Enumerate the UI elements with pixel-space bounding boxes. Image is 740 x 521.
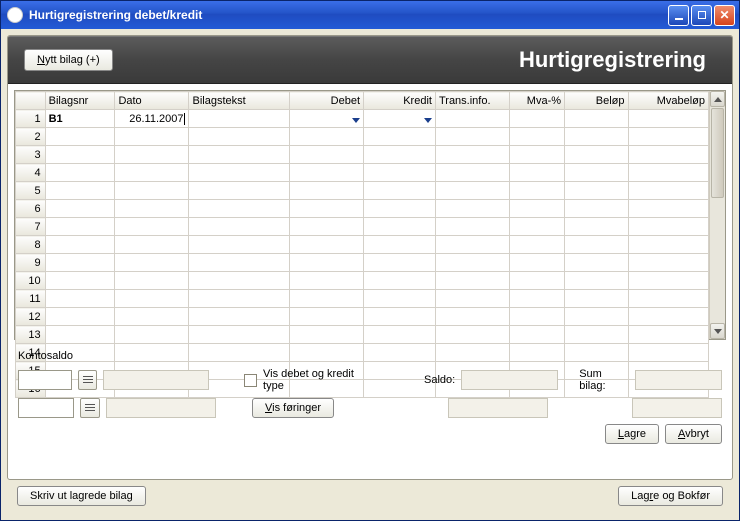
col-bilagsnr[interactable]: Bilagsnr <box>45 92 115 110</box>
table-row[interactable]: 9 <box>16 254 709 272</box>
row-number: 3 <box>16 146 46 164</box>
account2-input[interactable] <box>18 398 74 418</box>
table-row[interactable]: 2 <box>16 128 709 146</box>
app-icon <box>7 7 23 23</box>
app-window: Hurtigregistrering debet/kredit ✕ Nytt b… <box>0 0 740 521</box>
sumbilag-label: Sum bilag: <box>579 368 629 392</box>
account1-name <box>103 370 209 390</box>
col-bilagstekst[interactable]: Bilagstekst <box>189 92 290 110</box>
row-number: 12 <box>16 308 46 326</box>
cell-dato[interactable]: 26.11.2007 <box>115 110 189 128</box>
col-trans[interactable]: Trans.info. <box>435 92 509 110</box>
table-row[interactable]: 12 <box>16 308 709 326</box>
vis-type-checkbox[interactable] <box>244 374 257 387</box>
sumbilag-value <box>635 370 722 390</box>
table-row[interactable]: 5 <box>16 182 709 200</box>
chevron-down-icon <box>352 118 360 123</box>
new-voucher-button[interactable]: Nytt bilag (+) <box>24 49 113 71</box>
table-row[interactable]: 1 B1 26.11.2007 <box>16 110 709 128</box>
row-number: 11 <box>16 290 46 308</box>
col-dato[interactable]: Dato <box>115 92 189 110</box>
list-icon <box>83 376 93 384</box>
row-number: 1 <box>16 110 46 128</box>
extra2-value <box>632 398 722 418</box>
cell-mvabelop[interactable] <box>628 110 709 128</box>
row-number: 10 <box>16 272 46 290</box>
col-kredit[interactable]: Kredit <box>364 92 436 110</box>
col-debet[interactable]: Debet <box>289 92 363 110</box>
cell-debet[interactable] <box>289 110 363 128</box>
account2-name <box>106 398 216 418</box>
row-number: 9 <box>16 254 46 272</box>
cell-trans[interactable] <box>435 110 509 128</box>
scroll-track[interactable] <box>710 199 725 323</box>
scroll-down-button[interactable] <box>710 323 725 339</box>
content-area: Nytt bilag (+) Hurtigregistrering Bilags… <box>1 29 739 520</box>
close-button[interactable]: ✕ <box>714 5 735 26</box>
col-belop[interactable]: Beløp <box>565 92 628 110</box>
avbryt-button[interactable]: Avbryt <box>665 424 722 444</box>
maximize-button[interactable] <box>691 5 712 26</box>
cell-belop[interactable] <box>565 110 628 128</box>
scroll-up-button[interactable] <box>710 91 725 107</box>
window-buttons: ✕ <box>668 5 735 26</box>
vis-type-label: Vis debet og kredit type <box>263 368 374 392</box>
scroll-thumb[interactable] <box>711 108 724 198</box>
row-number: 5 <box>16 182 46 200</box>
grid-wrap: Bilagsnr Dato Bilagstekst Debet Kredit T… <box>8 84 732 342</box>
account2-lookup-button[interactable] <box>80 398 100 418</box>
row-number: 2 <box>16 128 46 146</box>
row-number: 6 <box>16 200 46 218</box>
cell-bilagstekst[interactable] <box>189 110 290 128</box>
main-frame: Nytt bilag (+) Hurtigregistrering Bilags… <box>7 35 733 480</box>
page-heading: Hurtigregistrering <box>113 47 716 73</box>
bottom-bar: Skriv ut lagrede bilag Lagre og Bokfør <box>7 480 733 514</box>
cell-kredit[interactable] <box>364 110 436 128</box>
table-row[interactable]: 10 <box>16 272 709 290</box>
lagre-og-bokfor-button[interactable]: Lagre og Bokfør <box>618 486 723 506</box>
table-row[interactable]: 13 <box>16 326 709 344</box>
vis-foringer-button[interactable]: Vis føringer <box>252 398 334 418</box>
account1-input[interactable] <box>18 370 72 390</box>
lagre-button[interactable]: Lagre <box>605 424 659 444</box>
extra1-value <box>448 398 548 418</box>
row-number: 4 <box>16 164 46 182</box>
grid-corner <box>16 92 46 110</box>
col-mva[interactable]: Mva-% <box>510 92 565 110</box>
lower-panel: Kontosaldo Vis debet og kredit type Sald… <box>8 342 732 454</box>
table-row[interactable]: 6 <box>16 200 709 218</box>
window-title: Hurtigregistrering debet/kredit <box>29 8 668 22</box>
kontosaldo-label: Kontosaldo <box>18 350 722 362</box>
titlebar: Hurtigregistrering debet/kredit ✕ <box>1 1 739 29</box>
cell-bilagsnr[interactable]: B1 <box>45 110 115 128</box>
grid-scrollbar[interactable] <box>709 91 725 339</box>
row-number: 8 <box>16 236 46 254</box>
table-row[interactable]: 4 <box>16 164 709 182</box>
col-mvabelop[interactable]: Mvabeløp <box>628 92 709 110</box>
account1-lookup-button[interactable] <box>78 370 97 390</box>
table-row[interactable]: 11 <box>16 290 709 308</box>
skriv-ut-button[interactable]: Skriv ut lagrede bilag <box>17 486 146 506</box>
saldo-label: Saldo: <box>424 374 455 386</box>
chevron-down-icon <box>424 118 432 123</box>
grid-container: Bilagsnr Dato Bilagstekst Debet Kredit T… <box>14 90 726 340</box>
header-band: Nytt bilag (+) Hurtigregistrering <box>8 36 732 84</box>
saldo-value <box>461 370 557 390</box>
table-row[interactable]: 3 <box>16 146 709 164</box>
row-number: 13 <box>16 326 46 344</box>
minimize-button[interactable] <box>668 5 689 26</box>
list-icon <box>85 404 95 412</box>
row-number: 7 <box>16 218 46 236</box>
table-row[interactable]: 8 <box>16 236 709 254</box>
table-row[interactable]: 7 <box>16 218 709 236</box>
cell-mva[interactable] <box>510 110 565 128</box>
